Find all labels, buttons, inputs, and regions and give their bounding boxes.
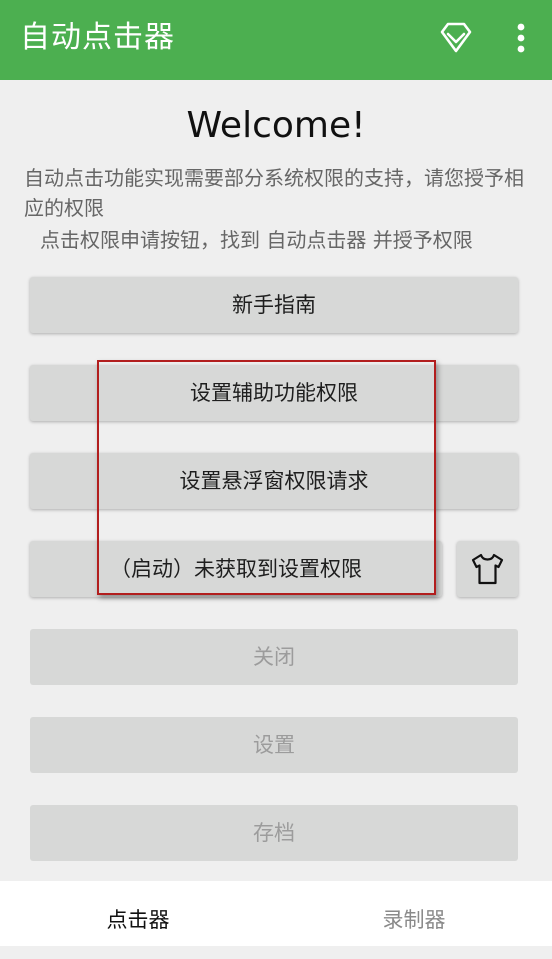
guide-button[interactable]: 新手指南 bbox=[30, 277, 518, 333]
permission-instruction: 点击权限申请按钮，找到 自动点击器 并授予权限 bbox=[40, 228, 473, 252]
start-button[interactable]: （启动）未获取到设置权限 bbox=[30, 541, 442, 597]
overlay-permission-button[interactable]: 设置悬浮窗权限请求 bbox=[30, 453, 518, 509]
app-bar: 自动点击器 bbox=[0, 0, 552, 80]
tab-clicker[interactable]: 点击器 bbox=[0, 881, 276, 946]
tshirt-icon bbox=[471, 553, 504, 585]
diamond-icon[interactable] bbox=[436, 18, 476, 58]
more-vertical-icon[interactable] bbox=[506, 20, 536, 56]
archive-button[interactable]: 存档 bbox=[30, 805, 518, 861]
permission-description: 自动点击功能实现需要部分系统权限的支持，请您授予相应的权限 bbox=[24, 166, 524, 220]
welcome-title: Welcome! bbox=[186, 105, 366, 146]
theme-button[interactable] bbox=[457, 541, 518, 597]
close-button[interactable]: 关闭 bbox=[30, 629, 518, 685]
accessibility-permission-button[interactable]: 设置辅助功能权限 bbox=[30, 365, 518, 421]
bottom-nav: 点击器 录制器 bbox=[0, 881, 552, 946]
tab-recorder[interactable]: 录制器 bbox=[276, 881, 552, 946]
settings-button[interactable]: 设置 bbox=[30, 717, 518, 773]
app-title: 自动点击器 bbox=[20, 20, 175, 55]
